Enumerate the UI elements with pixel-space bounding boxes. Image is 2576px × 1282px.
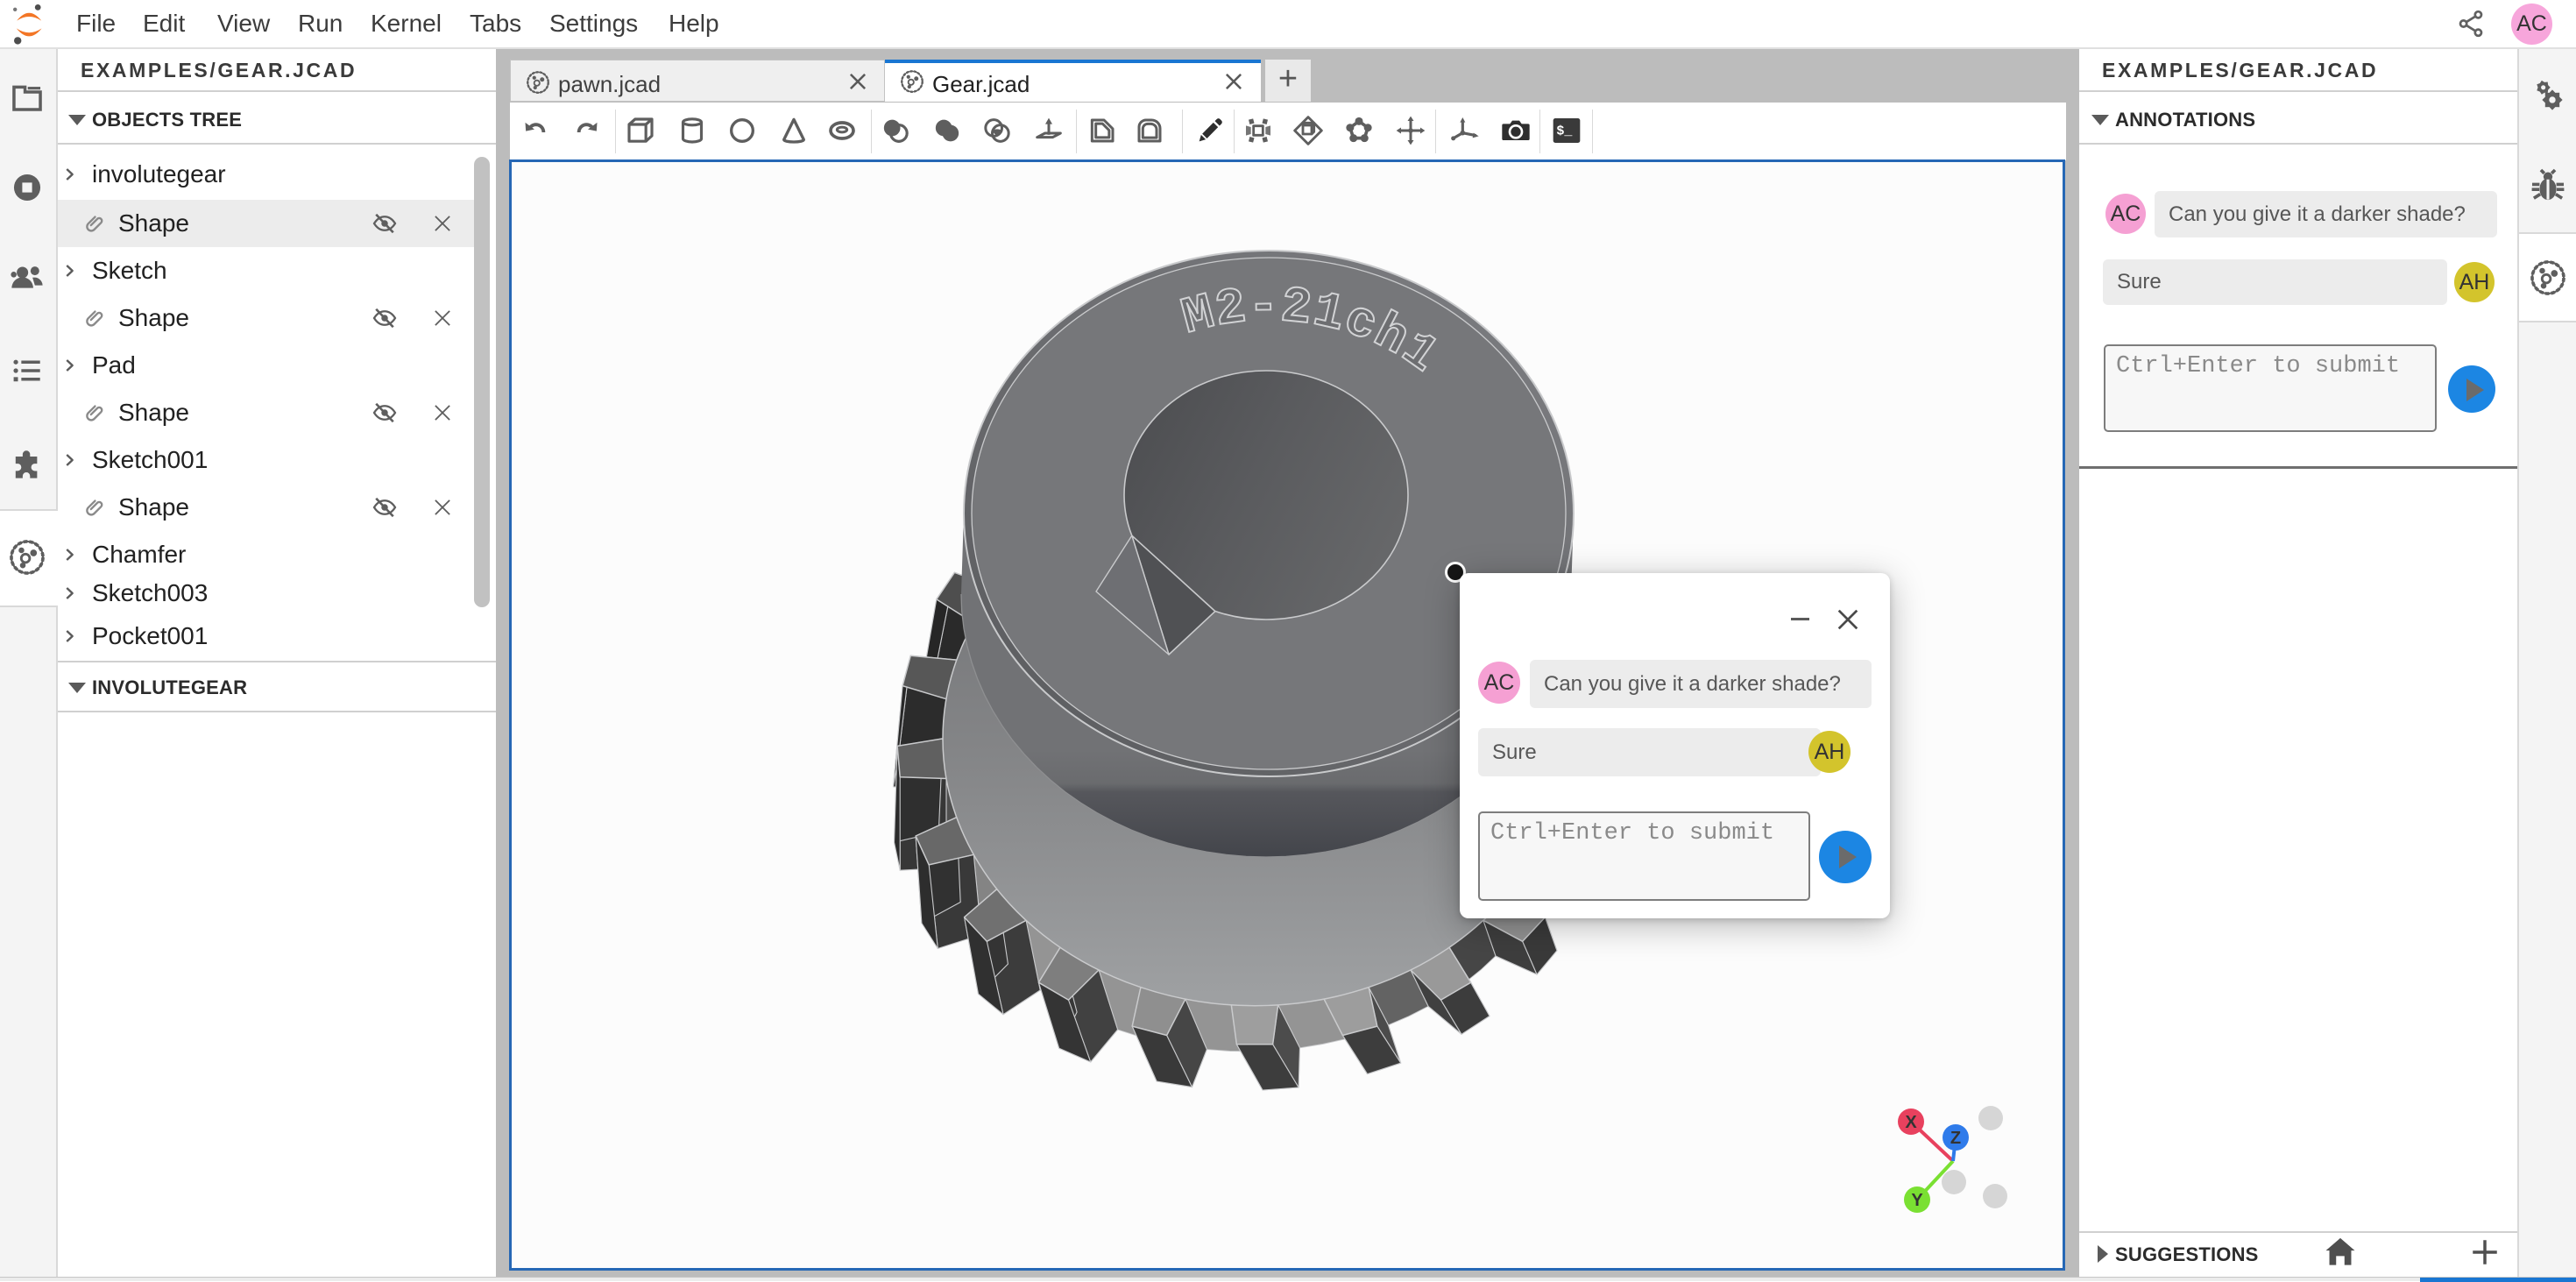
svg-text:X: X [1905,1113,1917,1132]
svg-text:Z: Z [1950,1129,1961,1148]
svg-text:Y: Y [1911,1191,1923,1210]
svg-text:$_: $_ [1556,124,1573,139]
